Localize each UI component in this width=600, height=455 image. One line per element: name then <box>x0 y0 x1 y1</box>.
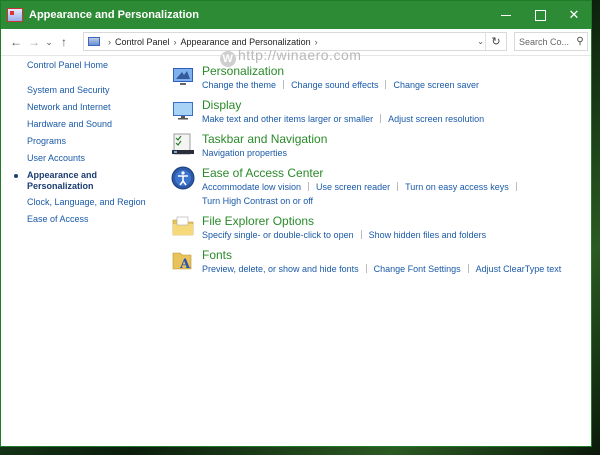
sidebar-item-ease-of-access[interactable]: Ease of Access <box>27 214 89 224</box>
breadcrumb-control-panel[interactable]: Control Panel <box>115 37 170 47</box>
maximize-button[interactable] <box>523 1 557 29</box>
search-icon[interactable]: ⚲ <box>573 36 587 47</box>
sidebar-item-user-accounts[interactable]: User Accounts <box>27 153 85 163</box>
control-panel-icon <box>7 8 23 22</box>
minimize-button[interactable] <box>489 1 523 29</box>
preview-fonts-link[interactable]: Preview, delete, or show and hide fonts <box>202 264 359 274</box>
window-title: Appearance and Personalization <box>29 9 199 21</box>
control-panel-window: Appearance and Personalization ✕ ← → ⌄ ↑… <box>0 0 592 447</box>
change-font-settings-link[interactable]: Change Font Settings <box>374 264 461 274</box>
watermark-text: http://winaero.com <box>238 47 362 63</box>
file-explorer-title[interactable]: File Explorer Options <box>202 214 314 228</box>
search-input[interactable]: Search Co... ⚲ <box>514 32 588 51</box>
search-placeholder: Search Co... <box>519 36 570 47</box>
close-button[interactable]: ✕ <box>557 1 591 29</box>
change-theme-link[interactable]: Change the theme <box>202 80 276 90</box>
ease-of-access-icon <box>171 166 195 190</box>
change-sound-effects-link[interactable]: Change sound effects <box>291 80 378 90</box>
display-icon <box>173 102 193 120</box>
recent-locations-icon[interactable]: ⌄ <box>43 37 55 48</box>
show-hidden-files-link[interactable]: Show hidden files and folders <box>369 230 487 240</box>
personalization-title[interactable]: Personalization <box>202 64 284 78</box>
adjust-cleartype-link[interactable]: Adjust ClearType text <box>476 264 562 274</box>
navigation-properties-link[interactable]: Navigation properties <box>202 148 287 158</box>
sidebar-item-network[interactable]: Network and Internet <box>27 102 111 112</box>
personalization-icon <box>173 68 193 85</box>
easy-access-keys-link[interactable]: Turn on easy access keys <box>405 182 509 192</box>
current-item-bullet-icon <box>14 174 18 178</box>
forward-arrow-icon[interactable]: → <box>25 35 43 49</box>
sidebar-item-programs[interactable]: Programs <box>27 136 66 146</box>
back-arrow-icon[interactable]: ← <box>7 35 25 49</box>
display-title[interactable]: Display <box>202 98 241 112</box>
use-screen-reader-link[interactable]: Use screen reader <box>316 182 390 192</box>
accommodate-low-vision-link[interactable]: Accommodate low vision <box>202 182 301 192</box>
breadcrumb-appearance[interactable]: Appearance and Personalization <box>181 37 311 47</box>
adjust-resolution-link[interactable]: Adjust screen resolution <box>388 114 484 124</box>
sidebar-item-hardware[interactable]: Hardware and Sound <box>27 119 112 129</box>
sidebar-item-appearance[interactable]: Appearance and Personalization <box>27 170 97 192</box>
taskbar-icon <box>172 133 194 155</box>
sidebar-item-system-security[interactable]: System and Security <box>27 85 110 95</box>
control-panel-icon <box>88 37 100 46</box>
ease-of-access-title[interactable]: Ease of Access Center <box>202 166 323 180</box>
address-dropdown-icon[interactable]: ⌄ <box>477 37 484 46</box>
sidebar-item-clock-language[interactable]: Clock, Language, and Region <box>27 197 146 207</box>
up-arrow-icon[interactable]: ↑ <box>55 35 73 49</box>
sidebar-home-link[interactable]: Control Panel Home <box>27 60 108 70</box>
taskbar-title[interactable]: Taskbar and Navigation <box>202 132 327 146</box>
single-double-click-link[interactable]: Specify single- or double-click to open <box>202 230 354 240</box>
change-screen-saver-link[interactable]: Change screen saver <box>393 80 479 90</box>
title-bar[interactable]: Appearance and Personalization ✕ <box>1 1 591 29</box>
fonts-title[interactable]: Fonts <box>202 248 232 262</box>
make-text-larger-link[interactable]: Make text and other items larger or smal… <box>202 114 373 124</box>
fonts-icon: A <box>172 252 192 272</box>
high-contrast-link[interactable]: Turn High Contrast on or off <box>202 196 313 206</box>
svg-text:A: A <box>179 257 191 272</box>
refresh-icon[interactable]: ↻ <box>485 33 506 50</box>
folder-options-icon <box>172 216 194 236</box>
